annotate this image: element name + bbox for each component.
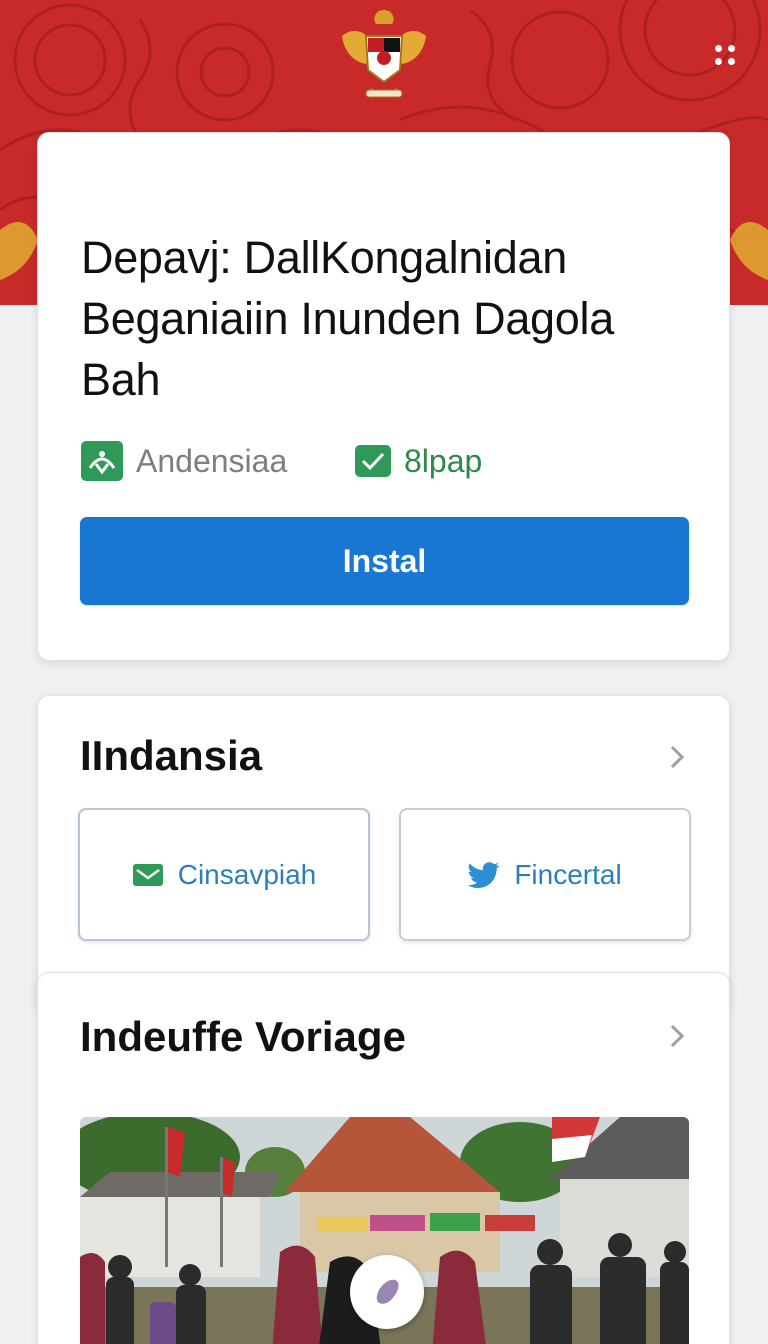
- chevron-right-icon[interactable]: [666, 744, 688, 770]
- social-button-label: Fincertal: [514, 858, 622, 890]
- social-button-mail[interactable]: Cinsavpiah: [78, 808, 370, 941]
- app-info-card: Depavj: DallKongalnidan Beganiaiin Inund…: [37, 132, 730, 661]
- publisher-info[interactable]: Andensiaa: [80, 440, 287, 482]
- mail-icon: [132, 863, 163, 886]
- social-button-bird[interactable]: Fincertal: [399, 808, 691, 941]
- publisher-name: Andensiaa: [136, 442, 288, 479]
- size-badge-icon: [355, 445, 391, 477]
- dots-grid-icon[interactable]: [708, 40, 742, 74]
- app-size: 8lpap: [404, 442, 483, 479]
- app-title: Depavj: DallKongalnidan Beganiaiin Inund…: [81, 232, 614, 405]
- install-button[interactable]: Instal: [80, 517, 689, 605]
- play-button[interactable]: [350, 1255, 424, 1329]
- village-photo[interactable]: [80, 1117, 689, 1344]
- bird-icon: [468, 861, 500, 888]
- chevron-right-icon[interactable]: [666, 1023, 688, 1049]
- publisher-badge-icon: [81, 441, 123, 481]
- social-card: IIndansia Cinsavpiah Fincertal: [37, 695, 730, 1015]
- social-button-label: Cinsavpiah: [177, 858, 317, 890]
- village-card: Indeuffe Voriage: [37, 972, 730, 1344]
- play-icon: [376, 1279, 399, 1304]
- social-section-title: IIndansia: [80, 732, 263, 779]
- village-section-title: Indeuffe Voriage: [80, 1013, 406, 1060]
- size-info: 8lpap: [354, 440, 482, 482]
- garuda-emblem-icon: [342, 10, 426, 98]
